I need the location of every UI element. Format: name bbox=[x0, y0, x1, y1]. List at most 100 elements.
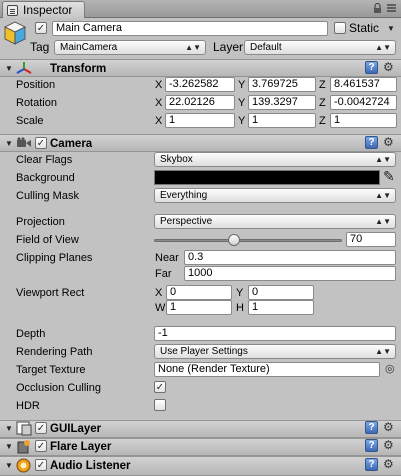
target-texture-field[interactable]: None (Render Texture) bbox=[154, 362, 380, 377]
projection-value: Perspective bbox=[160, 216, 213, 227]
guilayer-enabled-checkbox[interactable]: ✓ bbox=[35, 422, 47, 434]
hdr-checkbox[interactable] bbox=[154, 399, 166, 411]
check-icon: ✓ bbox=[36, 138, 46, 149]
dropdown-arrow-icon: ▲▼ bbox=[375, 191, 391, 200]
scale-x-field[interactable]: 1 bbox=[165, 113, 235, 128]
position-x-field[interactable]: -3.262582 bbox=[165, 77, 235, 92]
position-label: Position bbox=[16, 79, 56, 91]
flare-layer-enabled-checkbox[interactable]: ✓ bbox=[35, 440, 47, 452]
collapse-icon[interactable]: ▼ bbox=[5, 442, 13, 451]
help-icon[interactable]: ? bbox=[365, 136, 378, 149]
inspector-icon bbox=[7, 5, 18, 16]
culling-mask-label: Culling Mask bbox=[16, 190, 79, 202]
vp-h-label: H bbox=[236, 302, 244, 314]
depth-field[interactable]: -1 bbox=[154, 326, 396, 341]
transform-axes-icon bbox=[16, 61, 32, 78]
far-label: Far bbox=[155, 268, 172, 280]
collapse-icon[interactable]: ▼ bbox=[5, 461, 13, 470]
tab-label: Inspector bbox=[23, 3, 73, 17]
rotation-label: Rotation bbox=[16, 97, 57, 109]
help-icon[interactable]: ? bbox=[365, 458, 378, 471]
projection-dropdown[interactable]: Perspective ▲▼ bbox=[154, 214, 396, 229]
far-field[interactable]: 1000 bbox=[184, 266, 396, 281]
occlusion-culling-label: Occlusion Culling bbox=[16, 382, 101, 394]
background-label: Background bbox=[16, 172, 75, 184]
axis-x-label: X bbox=[155, 115, 163, 127]
background-color-swatch[interactable] bbox=[154, 170, 380, 185]
fov-slider-track[interactable] bbox=[154, 239, 342, 242]
clear-flags-label: Clear Flags bbox=[16, 154, 73, 166]
help-glyph: ? bbox=[368, 62, 375, 73]
vp-w-label: W bbox=[155, 302, 166, 314]
viewport-x-field[interactable]: 0 bbox=[166, 285, 232, 300]
help-icon[interactable]: ? bbox=[365, 61, 378, 74]
object-picker-icon[interactable]: ◎ bbox=[385, 362, 395, 375]
rotation-x-field[interactable]: 22.02126 bbox=[165, 95, 235, 110]
viewport-w-field[interactable]: 1 bbox=[166, 300, 232, 315]
clipping-planes-label: Clipping Planes bbox=[16, 252, 93, 264]
tag-dropdown[interactable]: MainCamera ▲▼ bbox=[54, 40, 206, 55]
vp-y-label: Y bbox=[236, 287, 244, 299]
tag-value: MainCamera bbox=[60, 42, 118, 53]
layer-dropdown[interactable]: Default ▲▼ bbox=[244, 40, 396, 55]
gear-icon[interactable]: ⚙ bbox=[383, 421, 394, 434]
window-menu-icon[interactable] bbox=[386, 2, 397, 17]
fov-field[interactable]: 70 bbox=[346, 232, 396, 247]
scale-z-field[interactable]: 1 bbox=[330, 113, 397, 128]
flare-layer-title: Flare Layer bbox=[50, 441, 112, 453]
clear-flags-dropdown[interactable]: Skybox ▲▼ bbox=[154, 152, 396, 167]
near-field[interactable]: 0.3 bbox=[184, 250, 396, 265]
help-icon[interactable]: ? bbox=[365, 421, 378, 434]
gear-icon[interactable]: ⚙ bbox=[383, 61, 394, 74]
help-glyph: ? bbox=[368, 137, 375, 148]
position-z-field[interactable]: 8.461537 bbox=[330, 77, 397, 92]
depth-label: Depth bbox=[16, 328, 46, 340]
camera-enabled-checkbox[interactable]: ✓ bbox=[35, 137, 47, 149]
eyedropper-icon[interactable]: ✎ bbox=[383, 168, 395, 185]
static-checkbox[interactable] bbox=[334, 22, 346, 34]
check-icon: ✓ bbox=[36, 441, 46, 452]
axis-z-label: Z bbox=[319, 79, 326, 91]
rotation-y-field[interactable]: 139.3297 bbox=[248, 95, 316, 110]
gear-icon[interactable]: ⚙ bbox=[383, 136, 394, 149]
rotation-z-field[interactable]: -0.0042724 bbox=[330, 95, 397, 110]
dropdown-arrow-icon: ▲▼ bbox=[375, 43, 391, 52]
viewport-y-field[interactable]: 0 bbox=[248, 285, 314, 300]
occlusion-culling-checkbox[interactable]: ✓ bbox=[154, 381, 166, 393]
audio-listener-enabled-checkbox[interactable]: ✓ bbox=[35, 459, 47, 471]
check-icon: ✓ bbox=[36, 460, 46, 471]
static-dropdown-icon[interactable]: ▼ bbox=[387, 24, 395, 33]
clear-flags-value: Skybox bbox=[160, 154, 193, 165]
gear-icon[interactable]: ⚙ bbox=[383, 458, 394, 471]
rendering-path-dropdown[interactable]: Use Player Settings ▲▼ bbox=[154, 344, 396, 359]
projection-label: Projection bbox=[16, 216, 65, 228]
collapse-icon[interactable]: ▼ bbox=[5, 424, 13, 433]
axis-x-label: X bbox=[155, 79, 163, 91]
active-checkbox[interactable]: ✓ bbox=[35, 22, 47, 34]
help-glyph: ? bbox=[368, 422, 375, 433]
viewport-h-field[interactable]: 1 bbox=[248, 300, 314, 315]
help-glyph: ? bbox=[368, 459, 375, 470]
axis-z-label: Z bbox=[319, 97, 326, 109]
viewport-rect-label: Viewport Rect bbox=[16, 287, 85, 299]
culling-mask-dropdown[interactable]: Everything ▲▼ bbox=[154, 188, 396, 203]
scale-y-field[interactable]: 1 bbox=[248, 113, 316, 128]
rendering-path-label: Rendering Path bbox=[16, 346, 93, 358]
near-label: Near bbox=[155, 252, 179, 264]
axis-y-label: Y bbox=[238, 115, 246, 127]
axis-y-label: Y bbox=[238, 97, 246, 109]
static-label: Static bbox=[349, 21, 380, 35]
position-y-field[interactable]: 3.769725 bbox=[248, 77, 316, 92]
lock-icon[interactable] bbox=[373, 3, 382, 17]
vp-x-label: X bbox=[155, 287, 163, 299]
tab-inspector[interactable]: Inspector bbox=[2, 1, 85, 18]
check-icon: ✓ bbox=[155, 382, 165, 393]
collapse-icon[interactable]: ▼ bbox=[5, 139, 13, 148]
name-field[interactable]: Main Camera bbox=[52, 21, 328, 36]
tag-label: Tag bbox=[30, 40, 50, 54]
collapse-icon[interactable]: ▼ bbox=[5, 64, 13, 73]
help-icon[interactable]: ? bbox=[365, 439, 378, 452]
axis-x-label: X bbox=[155, 97, 163, 109]
fov-slider-thumb[interactable] bbox=[227, 234, 240, 246]
gear-icon[interactable]: ⚙ bbox=[383, 439, 394, 452]
